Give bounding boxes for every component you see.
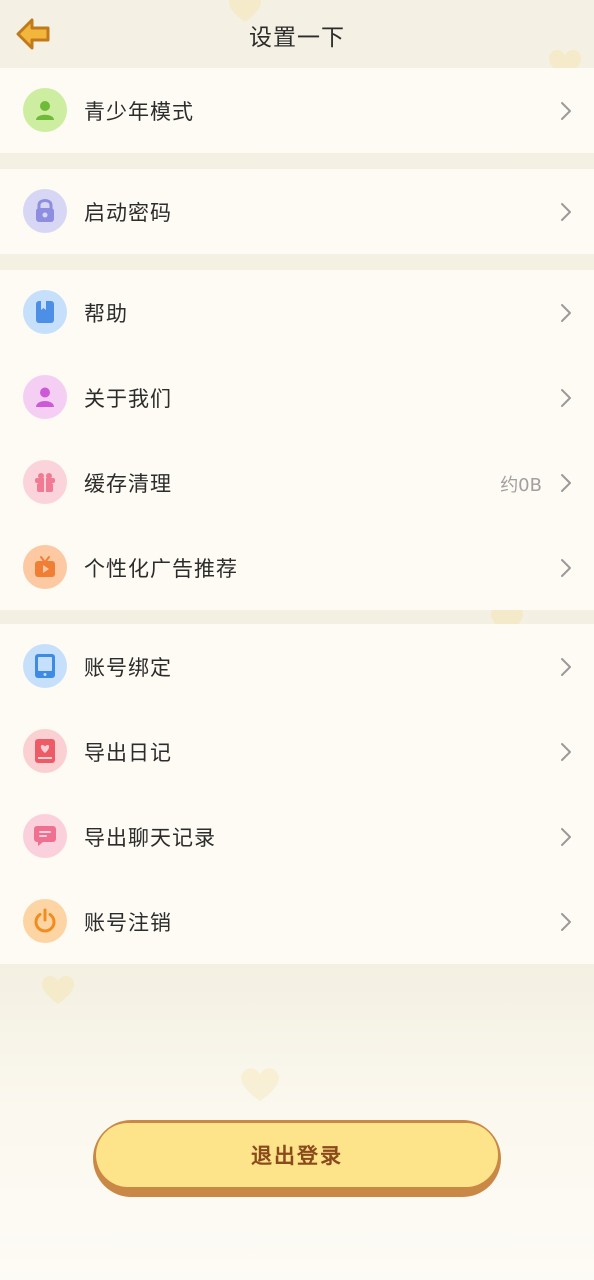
row-label: 帮助 <box>84 302 128 326</box>
row-label: 导出日记 <box>84 741 172 765</box>
settings-row-export-chat[interactable]: 导出聊天记录 <box>0 794 594 879</box>
tv-play-icon <box>23 545 67 589</box>
book-icon <box>23 290 67 334</box>
background-heart-icon <box>42 976 74 1004</box>
logout-button-border: 退出登录 <box>93 1120 501 1197</box>
chevron-right-icon <box>561 203 571 221</box>
chevron-right-icon <box>561 743 571 761</box>
chevron-right-icon <box>561 389 571 407</box>
chevron-right-icon <box>561 102 571 120</box>
settings-group-general: 帮助 关于我们 缓存清理 约0B 个性化广告推荐 <box>0 270 594 610</box>
person-icon <box>23 375 67 419</box>
chevron-right-icon <box>561 828 571 846</box>
diary-heart-icon <box>23 729 67 773</box>
chevron-right-icon <box>561 304 571 322</box>
row-label: 导出聊天记录 <box>84 826 216 850</box>
row-label: 关于我们 <box>84 387 172 411</box>
row-label: 启动密码 <box>84 201 172 225</box>
settings-row-help[interactable]: 帮助 <box>0 270 594 355</box>
settings-group-account: 账号绑定 导出日记 导出聊天记录 账号注销 <box>0 624 594 964</box>
row-label: 账号绑定 <box>84 656 172 680</box>
teen-person-icon <box>23 88 67 132</box>
lock-icon <box>23 189 67 233</box>
chevron-right-icon <box>561 559 571 577</box>
row-label: 账号注销 <box>84 911 172 935</box>
settings-row-clear-cache[interactable]: 缓存清理 约0B <box>0 440 594 525</box>
cache-size-value: 约0B <box>500 475 542 496</box>
settings-group-teen: 青少年模式 <box>0 68 594 153</box>
chevron-right-icon <box>561 913 571 931</box>
logout-button[interactable]: 退出登录 <box>96 1123 498 1187</box>
settings-group-password: 启动密码 <box>0 169 594 254</box>
chevron-right-icon <box>561 474 571 492</box>
header-bar: 设置一下 <box>0 0 594 68</box>
chevron-right-icon <box>561 658 571 676</box>
row-label: 缓存清理 <box>84 472 172 496</box>
settings-row-export-diary[interactable]: 导出日记 <box>0 709 594 794</box>
row-label: 青少年模式 <box>84 100 194 124</box>
power-icon <box>23 899 67 943</box>
row-label: 个性化广告推荐 <box>84 557 238 581</box>
page-title: 设置一下 <box>249 25 345 51</box>
settings-row-personalized-ads[interactable]: 个性化广告推荐 <box>0 525 594 610</box>
gift-box-icon <box>23 460 67 504</box>
chat-bubble-icon <box>23 814 67 858</box>
background-heart-icon <box>241 1068 279 1102</box>
settings-row-teen-mode[interactable]: 青少年模式 <box>0 68 594 153</box>
settings-row-about-us[interactable]: 关于我们 <box>0 355 594 440</box>
settings-row-launch-password[interactable]: 启动密码 <box>0 169 594 254</box>
tablet-icon <box>23 644 67 688</box>
settings-row-account-binding[interactable]: 账号绑定 <box>0 624 594 709</box>
settings-row-delete-account[interactable]: 账号注销 <box>0 879 594 964</box>
